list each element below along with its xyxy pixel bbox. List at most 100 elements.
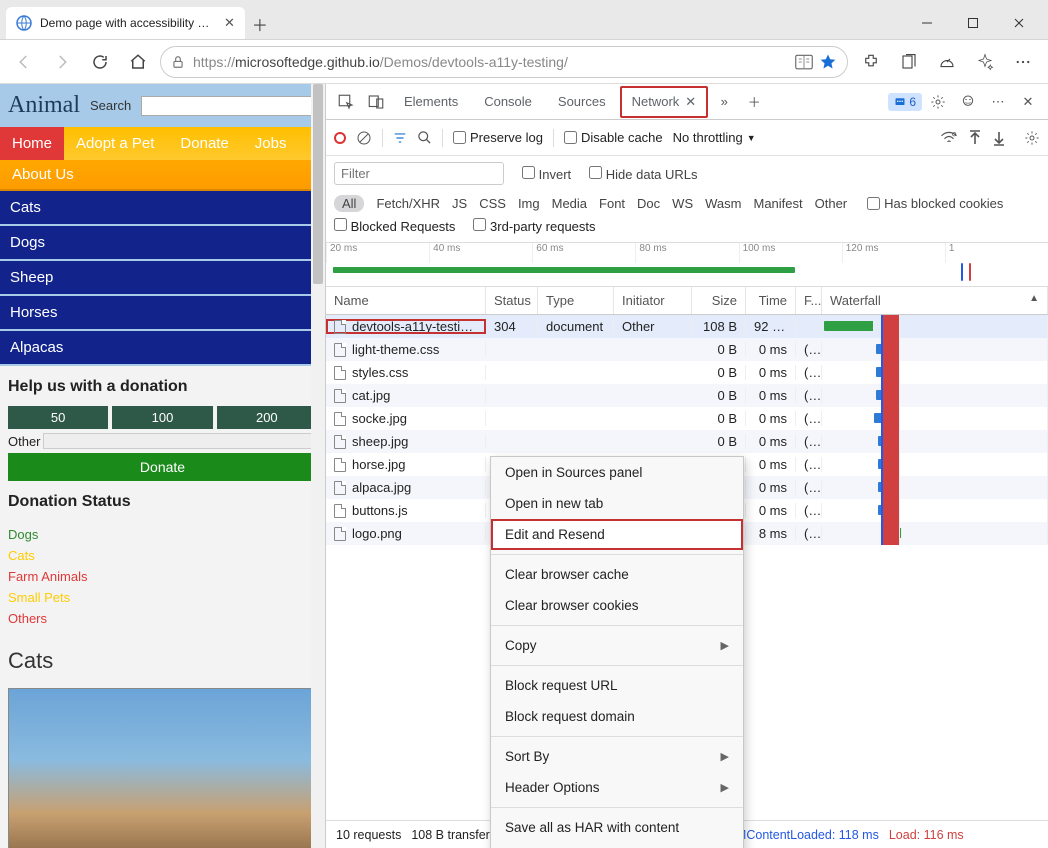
- has-blocked-cookies-checkbox[interactable]: Has blocked cookies: [867, 196, 1003, 211]
- search-input[interactable]: [141, 96, 317, 116]
- extensions-icon[interactable]: [854, 46, 888, 78]
- maximize-button[interactable]: [950, 7, 996, 39]
- filter-fetch[interactable]: Fetch/XHR: [376, 196, 440, 211]
- favorite-star-icon[interactable]: [819, 53, 837, 71]
- menu-item[interactable]: Save as...: [491, 843, 743, 848]
- col-waterfall[interactable]: Waterfall▲: [822, 287, 1048, 314]
- more-icon[interactable]: ⋯: [984, 88, 1012, 116]
- donate-200[interactable]: 200: [217, 406, 317, 429]
- table-row[interactable]: cat.jpg0 B0 ms(...: [326, 384, 1048, 407]
- collections-icon[interactable]: [892, 46, 926, 78]
- close-devtools-icon[interactable]: ✕: [1014, 88, 1042, 116]
- blocked-requests-checkbox[interactable]: Blocked Requests: [334, 218, 455, 234]
- nav-about[interactable]: About Us: [0, 160, 325, 191]
- timeline-overview[interactable]: 20 ms40 ms60 ms80 ms100 ms120 ms1: [326, 243, 1048, 287]
- clear-icon[interactable]: [356, 130, 372, 146]
- device-icon[interactable]: [362, 88, 390, 116]
- address-field[interactable]: https://microsoftedge.github.io/Demos/de…: [160, 46, 848, 78]
- table-row[interactable]: socke.jpg0 B0 ms(...: [326, 407, 1048, 430]
- filter-icon[interactable]: [393, 131, 407, 145]
- list-item[interactable]: Horses: [0, 296, 325, 331]
- menu-item[interactable]: Sort By▶: [491, 741, 743, 772]
- inspect-icon[interactable]: [332, 88, 360, 116]
- list-item[interactable]: Dogs: [0, 226, 325, 261]
- table-row[interactable]: styles.css0 B0 ms(...: [326, 361, 1048, 384]
- throttling-select[interactable]: No throttling ▼: [673, 130, 756, 145]
- issues-pill[interactable]: 6: [888, 93, 922, 111]
- record-icon[interactable]: [334, 132, 346, 144]
- menu-item[interactable]: Clear browser cache: [491, 559, 743, 590]
- upload-icon[interactable]: [968, 130, 982, 146]
- filter-js[interactable]: JS: [452, 196, 467, 211]
- minimize-button[interactable]: [904, 7, 950, 39]
- performance-icon[interactable]: [930, 46, 964, 78]
- hide-data-urls-checkbox[interactable]: Hide data URLs: [589, 166, 697, 182]
- filter-input[interactable]: [334, 162, 504, 185]
- tab-console[interactable]: Console: [472, 86, 544, 117]
- filter-ws[interactable]: WS: [672, 196, 693, 211]
- col-time[interactable]: Time: [746, 287, 796, 314]
- filter-media[interactable]: Media: [552, 196, 587, 211]
- list-item[interactable]: Alpacas: [0, 331, 325, 366]
- tab-network[interactable]: Network✕: [620, 86, 709, 118]
- nav-jobs[interactable]: Jobs: [249, 127, 293, 160]
- disable-cache-checkbox[interactable]: Disable cache: [564, 130, 663, 145]
- settings-icon[interactable]: [1024, 130, 1040, 146]
- filter-doc[interactable]: Doc: [637, 196, 660, 211]
- close-icon[interactable]: ✕: [685, 94, 696, 109]
- col-status[interactable]: Status: [486, 287, 538, 314]
- close-tab-icon[interactable]: ✕: [224, 15, 235, 31]
- col-fulfilled[interactable]: F...: [796, 287, 822, 314]
- nav-adopt[interactable]: Adopt a Pet: [70, 127, 160, 160]
- download-icon[interactable]: [992, 130, 1006, 146]
- preserve-log-checkbox[interactable]: Preserve log: [453, 130, 543, 145]
- menu-item[interactable]: Edit and Resend: [491, 519, 743, 550]
- menu-item[interactable]: Open in new tab: [491, 488, 743, 519]
- menu-item[interactable]: Clear browser cookies: [491, 590, 743, 621]
- filter-css[interactable]: CSS: [479, 196, 506, 211]
- more-tabs-icon[interactable]: »: [710, 88, 738, 116]
- close-window-button[interactable]: [996, 7, 1042, 39]
- menu-item[interactable]: Block request URL: [491, 670, 743, 701]
- filter-all[interactable]: All: [334, 195, 364, 212]
- invert-checkbox[interactable]: Invert: [522, 166, 571, 182]
- forward-button[interactable]: [46, 46, 78, 78]
- col-size[interactable]: Size: [692, 287, 746, 314]
- search-icon[interactable]: [417, 130, 432, 145]
- col-initiator[interactable]: Initiator: [614, 287, 692, 314]
- col-name[interactable]: Name: [326, 287, 486, 314]
- feedback-icon[interactable]: [954, 88, 982, 116]
- tab-sources[interactable]: Sources: [546, 86, 618, 117]
- wifi-icon[interactable]: [940, 131, 958, 145]
- menu-item[interactable]: Block request domain: [491, 701, 743, 732]
- table-row[interactable]: devtools-a11y-testing/304documentOther10…: [326, 315, 1048, 338]
- filter-other[interactable]: Other: [815, 196, 848, 211]
- filter-img[interactable]: Img: [518, 196, 540, 211]
- reading-view-icon[interactable]: [795, 54, 813, 70]
- filter-manifest[interactable]: Manifest: [753, 196, 802, 211]
- menu-item[interactable]: Header Options▶: [491, 772, 743, 803]
- nav-donate[interactable]: Donate: [174, 127, 234, 160]
- donate-100[interactable]: 100: [112, 406, 212, 429]
- table-row[interactable]: sheep.jpg0 B0 ms(...: [326, 430, 1048, 453]
- refresh-button[interactable]: [84, 46, 116, 78]
- home-button[interactable]: [122, 46, 154, 78]
- menu-item[interactable]: Open in Sources panel: [491, 457, 743, 488]
- settings-gear-icon[interactable]: [924, 88, 952, 116]
- menu-item[interactable]: Copy▶: [491, 630, 743, 661]
- table-row[interactable]: light-theme.css0 B0 ms(...: [326, 338, 1048, 361]
- add-tab-icon[interactable]: ＋: [740, 88, 768, 116]
- filter-font[interactable]: Font: [599, 196, 625, 211]
- more-menu-icon[interactable]: [1006, 46, 1040, 78]
- back-button[interactable]: [8, 46, 40, 78]
- other-amount-input[interactable]: [43, 433, 317, 449]
- donate-button[interactable]: Donate: [8, 453, 317, 481]
- filter-wasm[interactable]: Wasm: [705, 196, 741, 211]
- page-scrollbar[interactable]: [311, 84, 325, 848]
- third-party-checkbox[interactable]: 3rd-party requests: [473, 218, 595, 234]
- menu-item[interactable]: Save all as HAR with content: [491, 812, 743, 843]
- browser-tab-active[interactable]: Demo page with accessibility iss ✕: [6, 7, 245, 39]
- tab-elements[interactable]: Elements: [392, 86, 470, 117]
- sparkle-icon[interactable]: [968, 46, 1002, 78]
- new-tab-button[interactable]: ＋: [245, 9, 275, 39]
